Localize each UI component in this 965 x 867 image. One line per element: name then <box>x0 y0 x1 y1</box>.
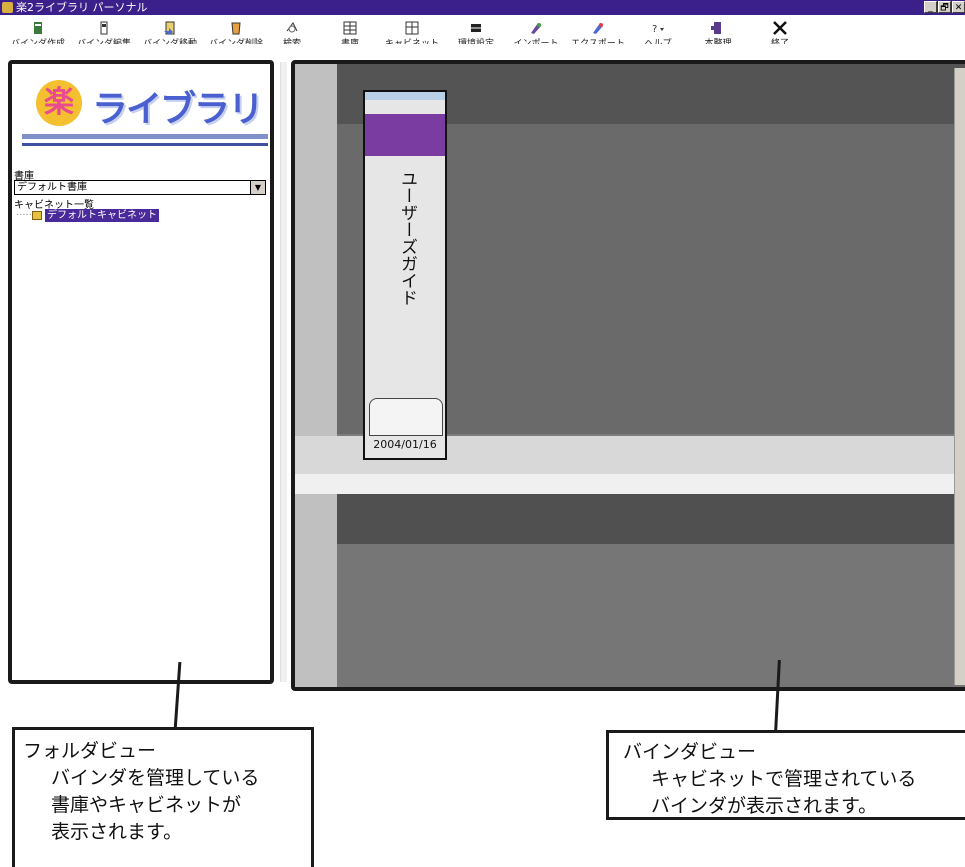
help-icon: ? <box>652 24 664 35</box>
callout-line: 書庫やキャビネットが <box>51 794 242 816</box>
cabinet-icon <box>32 211 42 220</box>
close-window-button[interactable]: ✕ <box>952 1 965 13</box>
callout-title: フォルダビュー <box>23 740 157 762</box>
toolbar-label: ヘルプ <box>644 39 672 44</box>
exit-button[interactable]: 終了 <box>750 15 810 63</box>
toolbar-label: 本整理 <box>704 39 732 44</box>
callout-title: バインダビュー <box>623 741 757 763</box>
import-icon <box>531 23 541 34</box>
export-button[interactable]: エクスポート <box>568 15 628 63</box>
shelf-board-edge <box>295 474 965 494</box>
shelf-ceiling-lower <box>337 494 965 544</box>
folder-view-callout: フォルダビュー バインダを管理している 書庫やキャビネットが 表示されます。 <box>12 727 314 867</box>
svg-text:?: ? <box>652 24 657 35</box>
callout-line: バインダが表示されます。 <box>651 795 878 817</box>
export-icon <box>593 23 603 34</box>
toolbar-label: バインダ削除 <box>208 39 263 44</box>
toolbar-label: 検索 <box>282 39 301 44</box>
import-button[interactable]: インポート <box>506 15 566 63</box>
binder-top-strip <box>365 92 445 100</box>
window-title: 楽2ライブラリ パーソナル <box>16 1 148 14</box>
binder-title: ユーザーズガイド <box>397 170 417 306</box>
cabinet-icon <box>405 21 419 35</box>
binder-label-tab <box>369 398 443 436</box>
pane-splitter[interactable] <box>280 62 287 682</box>
folder-view-panel: 楽 ライブラリ 書庫 デフォルト書庫 ▼ キャビネット一覧 ····· デフォル… <box>8 60 274 684</box>
title-bar: 楽2ライブラリ パーソナル _ 🗗 ✕ <box>0 0 965 15</box>
minimize-button[interactable]: _ <box>924 1 937 13</box>
cabinet-item-label: デフォルトキャビネット <box>45 209 159 222</box>
library-icon <box>343 21 357 35</box>
logo-mark: 楽 <box>36 80 82 126</box>
toolbar-label: 書庫 <box>340 39 359 44</box>
binder-spine[interactable]: ユーザーズガイド 2004/01/16 <box>363 90 447 460</box>
callout-line: 表示されます。 <box>51 821 183 843</box>
binder-color-band <box>365 114 445 156</box>
tree-connector: ····· <box>16 210 32 221</box>
settings-button[interactable]: 環境設定 <box>446 15 506 63</box>
app-icon <box>2 2 13 13</box>
library-select-value: デフォルト書庫 <box>17 182 87 193</box>
binder-create-button[interactable]: バインダ作成 <box>8 15 68 63</box>
binder-edit-icon <box>100 21 108 35</box>
binder-move-button[interactable]: バインダ移動 <box>140 15 200 63</box>
binder-move-icon <box>164 21 175 35</box>
shelf-back-lower <box>337 544 965 687</box>
cabinet-button[interactable]: キャビネット <box>382 15 442 63</box>
toolbar-label: バインダ編集 <box>76 39 131 44</box>
library-select[interactable]: デフォルト書庫 ▼ <box>14 180 266 195</box>
binder-delete-icon <box>231 22 241 35</box>
shelf-side-wall <box>295 64 337 687</box>
binder-edit-button[interactable]: バインダ編集 <box>74 15 134 63</box>
toolbar: バインダ作成 バインダ編集 バインダ移動 バインダ削除 検索 書庫 キャビネット… <box>0 15 965 63</box>
toolbar-label: キャビネット <box>384 39 439 44</box>
binder-view-callout: バインダビュー キャビネットで管理されている バインダが表示されます。 <box>606 730 965 820</box>
search-button[interactable]: 検索 <box>262 15 322 63</box>
app-logo: 楽 ライブラリ <box>22 74 268 148</box>
callout-line: バインダを管理している <box>51 767 260 789</box>
logo-divider <box>22 134 268 139</box>
logo-divider <box>22 143 268 146</box>
organize-button[interactable]: 本整理 <box>688 15 748 63</box>
toolbar-label: エクスポート <box>571 39 625 44</box>
toolbar-label: バインダ作成 <box>10 39 65 44</box>
organize-icon <box>711 22 721 34</box>
binder-date: 2004/01/16 <box>373 438 437 451</box>
help-button[interactable]: ? ヘルプ <box>628 15 688 63</box>
close-icon <box>773 21 787 35</box>
settings-icon <box>471 24 481 32</box>
toolbar-label: バインダ移動 <box>142 39 197 44</box>
binder-delete-button[interactable]: バインダ削除 <box>206 15 266 63</box>
search-icon <box>286 22 298 33</box>
toolbar-label: 環境設定 <box>457 39 494 44</box>
binder-create-icon <box>34 22 42 34</box>
binder-view-panel: ユーザーズガイド 2004/01/16 <box>291 60 965 691</box>
restore-button[interactable]: 🗗 <box>938 1 951 13</box>
library-button[interactable]: 書庫 <box>320 15 380 63</box>
logo-text: ライブラリ <box>92 89 264 130</box>
toolbar-label: 終了 <box>770 39 789 44</box>
toolbar-label: インポート <box>513 39 559 44</box>
callout-line: キャビネットで管理されている <box>651 768 917 790</box>
vertical-scrollbar[interactable] <box>954 68 965 685</box>
chevron-down-icon[interactable]: ▼ <box>250 181 265 194</box>
